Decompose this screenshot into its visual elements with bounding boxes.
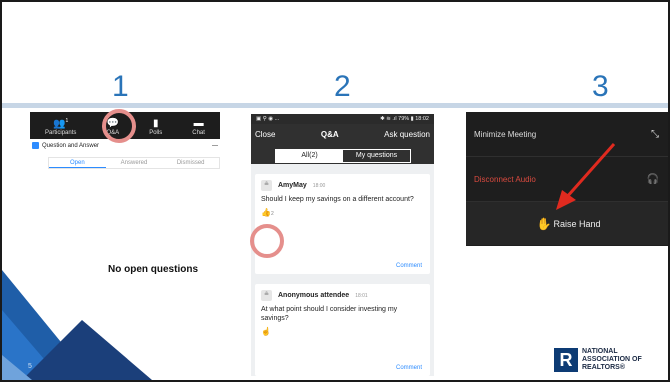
thumbs-up-outline-icon: ☝ [261,327,271,336]
participants-icon: 👥1 [53,117,69,129]
close-button[interactable]: Close [255,130,275,139]
question-card: ≗ AmyMay 18:00 Should I keep my savings … [255,174,430,274]
qa-title: Q&A [320,130,339,139]
empty-state-text: No open questions [108,264,198,275]
participants-button[interactable]: 👥1 Participants [45,115,76,136]
polls-label: Polls [149,130,163,136]
minimize-label: Minimize Meeting [474,129,537,139]
hand-icon: ✋ [536,216,552,231]
chat-label: Chat [192,130,205,136]
asker-name: AmyMay [278,182,307,189]
minimize-icon[interactable]: — [212,143,218,149]
headphones-icon: 🎧 [646,173,659,185]
slide: 1 2 3 5 👥1 Participants 💬 Q&A ▮ Polls ▬ [0,0,670,382]
pointer-arrow [556,143,616,210]
question-card: ≗ Anonymous attendee 18:01 At what point… [255,284,430,376]
logo-line3: REALTORS® [582,364,626,371]
logo-line2: ASSOCIATION OF [582,356,642,363]
qa-window-title-text: Question and Answer [42,142,100,149]
qa-tabs: Open Answered Dismissed [48,157,220,169]
participants-label: Participants [45,130,77,136]
polls-button[interactable]: ▮ Polls [149,118,162,136]
avatar: ≗ [261,290,272,301]
tab-dismissed[interactable]: Dismissed [162,158,219,168]
comment-button[interactable]: Comment [396,263,422,269]
qa-panel-desktop: 👥1 Participants 💬 Q&A ▮ Polls ▬ Chat Que… [30,112,220,380]
chat-button[interactable]: ▬ Chat [192,118,205,136]
comment-button[interactable]: Comment [396,365,422,371]
tab-open[interactable]: Open [49,158,106,168]
upvote-count: 2 [270,211,274,217]
question-text: Should I keep my savings on a different … [261,196,414,203]
chat-icon: ▬ [193,118,204,129]
minimize-arrows-icon: ⤡ [651,128,659,140]
realtors-logo: R NATIONAL ASSOCIATION OF REALTORS® [554,348,642,372]
tab-my-questions[interactable]: My questions [343,150,410,162]
asker-name: Anonymous attendee [278,292,350,299]
step-number-3: 3 [592,70,609,103]
highlight-circle-qa [102,109,136,143]
question-text: At what point should I consider investin… [261,306,398,322]
question-time: 18:00 [312,182,326,189]
step-number-2: 2 [334,70,351,103]
phone-status-bar: ▣ ⚲ ◉ ... ✱ ≋ .ıl 79% ▮ 18:02 [251,114,434,124]
ask-question-button[interactable]: Ask question [384,130,430,139]
disconnect-label: Disconnect Audio [474,174,536,184]
upvote-button[interactable]: ☝ [255,323,430,336]
qa-header: Close Q&A Ask question All(2) My questio… [251,124,434,164]
status-right: ✱ ≋ .ıl 79% ▮ 18:02 [380,116,429,122]
step-number-1: 1 [112,70,129,103]
tab-all[interactable]: All(2) [276,150,343,162]
status-left: ▣ ⚲ ◉ ... [256,116,280,122]
highlight-circle-upvote [250,224,284,258]
realtors-mark: R [554,348,578,372]
qa-window-icon [32,142,39,149]
logo-line1: NATIONAL [582,348,618,355]
question-filter: All(2) My questions [275,149,411,163]
polls-icon: ▮ [152,118,159,129]
raise-hand-label: Raise Hand [553,218,601,229]
upvote-button[interactable]: 👍2 [255,204,430,217]
tab-answered[interactable]: Answered [106,158,163,168]
question-time: 18:01 [355,292,368,299]
thumbs-up-icon: 👍 [261,208,271,217]
avatar: ≗ [261,180,272,191]
